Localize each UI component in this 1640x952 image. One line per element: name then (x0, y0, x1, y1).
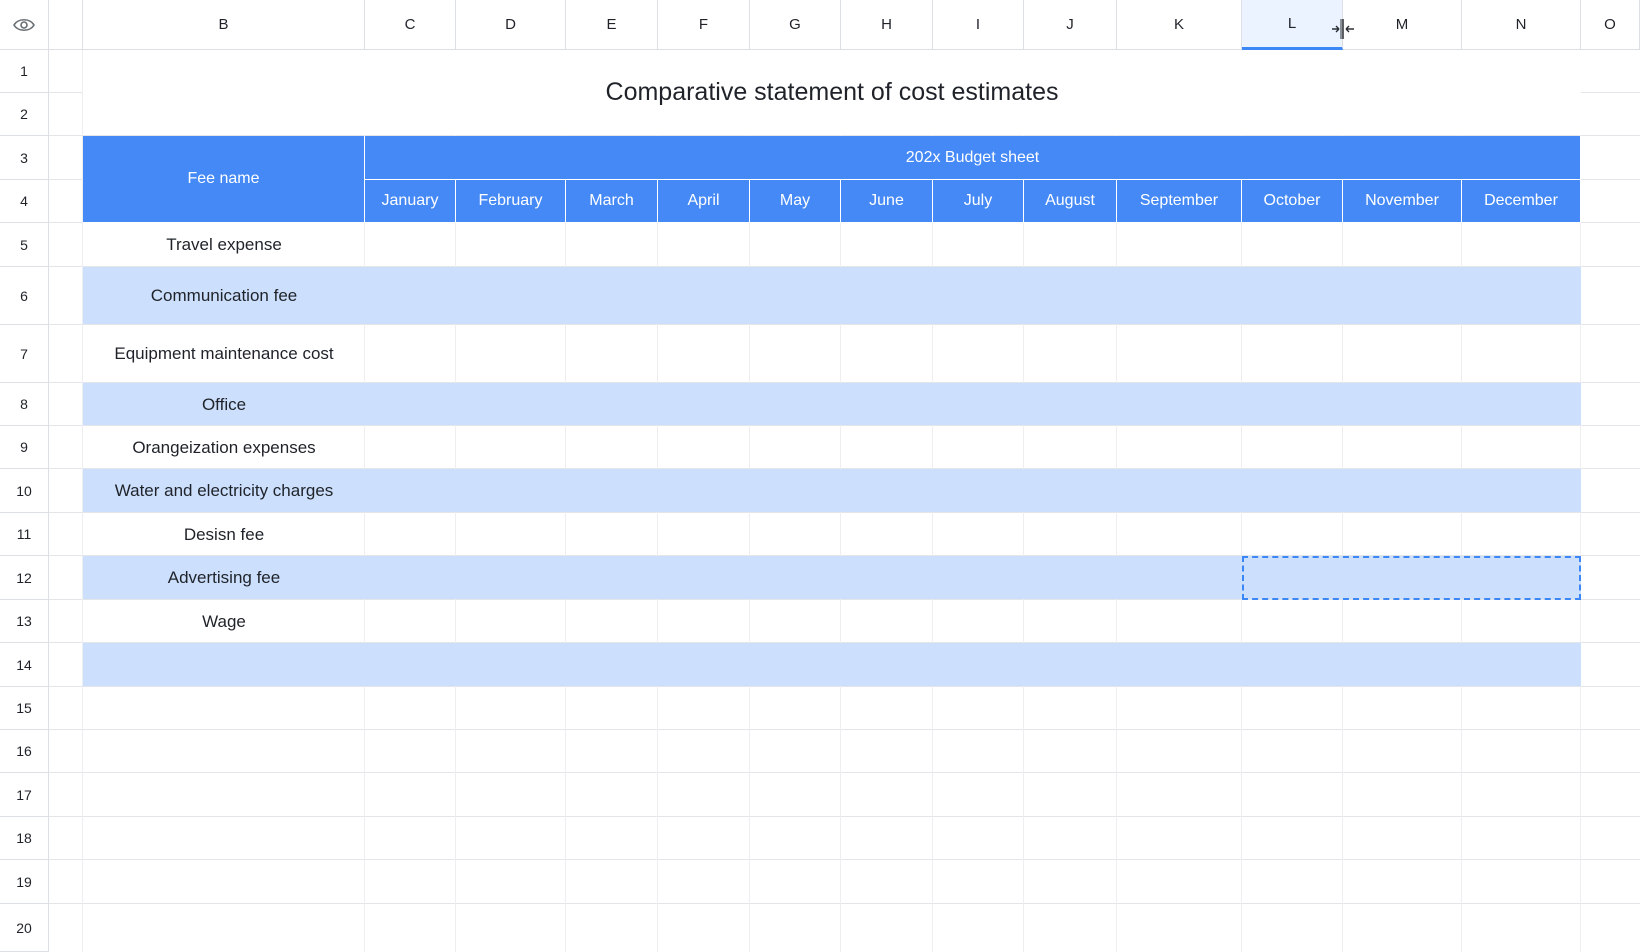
month-header-december[interactable]: December (1462, 180, 1581, 223)
column-header-d[interactable]: D (456, 0, 566, 50)
column-header-j[interactable]: J (1024, 0, 1117, 50)
row-header-19[interactable]: 19 (0, 860, 49, 904)
column-header-o[interactable]: O (1581, 0, 1640, 50)
row-header-9[interactable]: 9 (0, 426, 49, 469)
fee-cell[interactable]: Communication fee (83, 267, 365, 325)
fee-cell[interactable]: Office (83, 383, 365, 426)
fee-cell[interactable]: Water and electricity charges (83, 469, 365, 513)
row-header-5[interactable]: 5 (0, 223, 49, 267)
row-header-1[interactable]: 1 (0, 50, 49, 93)
column-header-a[interactable] (49, 0, 83, 50)
fee-cell[interactable]: Travel expense (83, 223, 365, 267)
row-header-10[interactable]: 10 (0, 469, 49, 513)
month-header-november[interactable]: November (1343, 180, 1462, 223)
column-header-m[interactable]: M (1343, 0, 1462, 50)
column-header-l[interactable]: L (1242, 0, 1343, 50)
row-header-12[interactable]: 12 (0, 556, 49, 600)
month-header-september[interactable]: September (1117, 180, 1242, 223)
row-header-16[interactable]: 16 (0, 730, 49, 773)
column-header-g[interactable]: G (750, 0, 841, 50)
fee-cell[interactable]: Wage (83, 600, 365, 643)
row-header-17[interactable]: 17 (0, 773, 49, 817)
column-header-c[interactable]: C (365, 0, 456, 50)
spreadsheet: B C D E F G H I J K L M N O 1 2 3 4 5 6 7 8 9 10 11 12 13 14 15 16 17 1… (0, 0, 1640, 952)
row-header-8[interactable]: 8 (0, 383, 49, 426)
column-resize-icon[interactable] (1330, 16, 1356, 42)
column-header-k[interactable]: K (1117, 0, 1242, 50)
row-header-7[interactable]: 7 (0, 325, 49, 383)
budget-sheet-header[interactable]: 202x Budget sheet (365, 136, 1581, 180)
row-header-13[interactable]: 13 (0, 600, 49, 643)
month-header-february[interactable]: February (456, 180, 566, 223)
column-header-n[interactable]: N (1462, 0, 1581, 50)
fee-cell[interactable]: Equipment maintenance cost (83, 325, 365, 383)
column-header-h[interactable]: H (841, 0, 933, 50)
row-header-14[interactable]: 14 (0, 643, 49, 687)
row-header-2[interactable]: 2 (0, 93, 49, 136)
row-header-18[interactable]: 18 (0, 817, 49, 860)
row-header-6[interactable]: 6 (0, 267, 49, 325)
month-header-july[interactable]: July (933, 180, 1024, 223)
column-header-f[interactable]: F (658, 0, 750, 50)
column-header-i[interactable]: I (933, 0, 1024, 50)
sheet-title[interactable]: Comparative statement of cost estimates (83, 50, 1581, 135)
month-header-march[interactable]: March (566, 180, 658, 223)
month-header-may[interactable]: May (750, 180, 841, 223)
column-header-b[interactable]: B (83, 0, 365, 50)
month-header-january[interactable]: January (365, 180, 456, 223)
column-header-e[interactable]: E (566, 0, 658, 50)
gridline-horizontal (49, 816, 1640, 817)
row-header-20[interactable]: 20 (0, 904, 49, 952)
fee-cell[interactable]: Desisn fee (83, 513, 365, 556)
gridline-horizontal (49, 729, 1640, 730)
row-header-11[interactable]: 11 (0, 513, 49, 556)
fee-cell[interactable]: Orangeization expenses (83, 426, 365, 469)
fee-cell[interactable] (83, 643, 365, 687)
gridline-horizontal (49, 859, 1640, 860)
month-header-october[interactable]: October (1242, 180, 1343, 223)
eye-icon (13, 18, 35, 31)
fee-name-header[interactable]: Fee name (83, 136, 365, 223)
fee-cell[interactable]: Advertising fee (83, 556, 365, 600)
select-all-corner[interactable] (0, 0, 49, 50)
gridline-horizontal (49, 903, 1640, 904)
gridline-horizontal (49, 772, 1640, 773)
month-header-april[interactable]: April (658, 180, 750, 223)
month-header-june[interactable]: June (841, 180, 933, 223)
copy-selection-marquee[interactable] (1242, 556, 1581, 600)
row-header-4[interactable]: 4 (0, 180, 49, 223)
row-header-3[interactable]: 3 (0, 136, 49, 180)
row-header-15[interactable]: 15 (0, 687, 49, 730)
month-header-august[interactable]: August (1024, 180, 1117, 223)
